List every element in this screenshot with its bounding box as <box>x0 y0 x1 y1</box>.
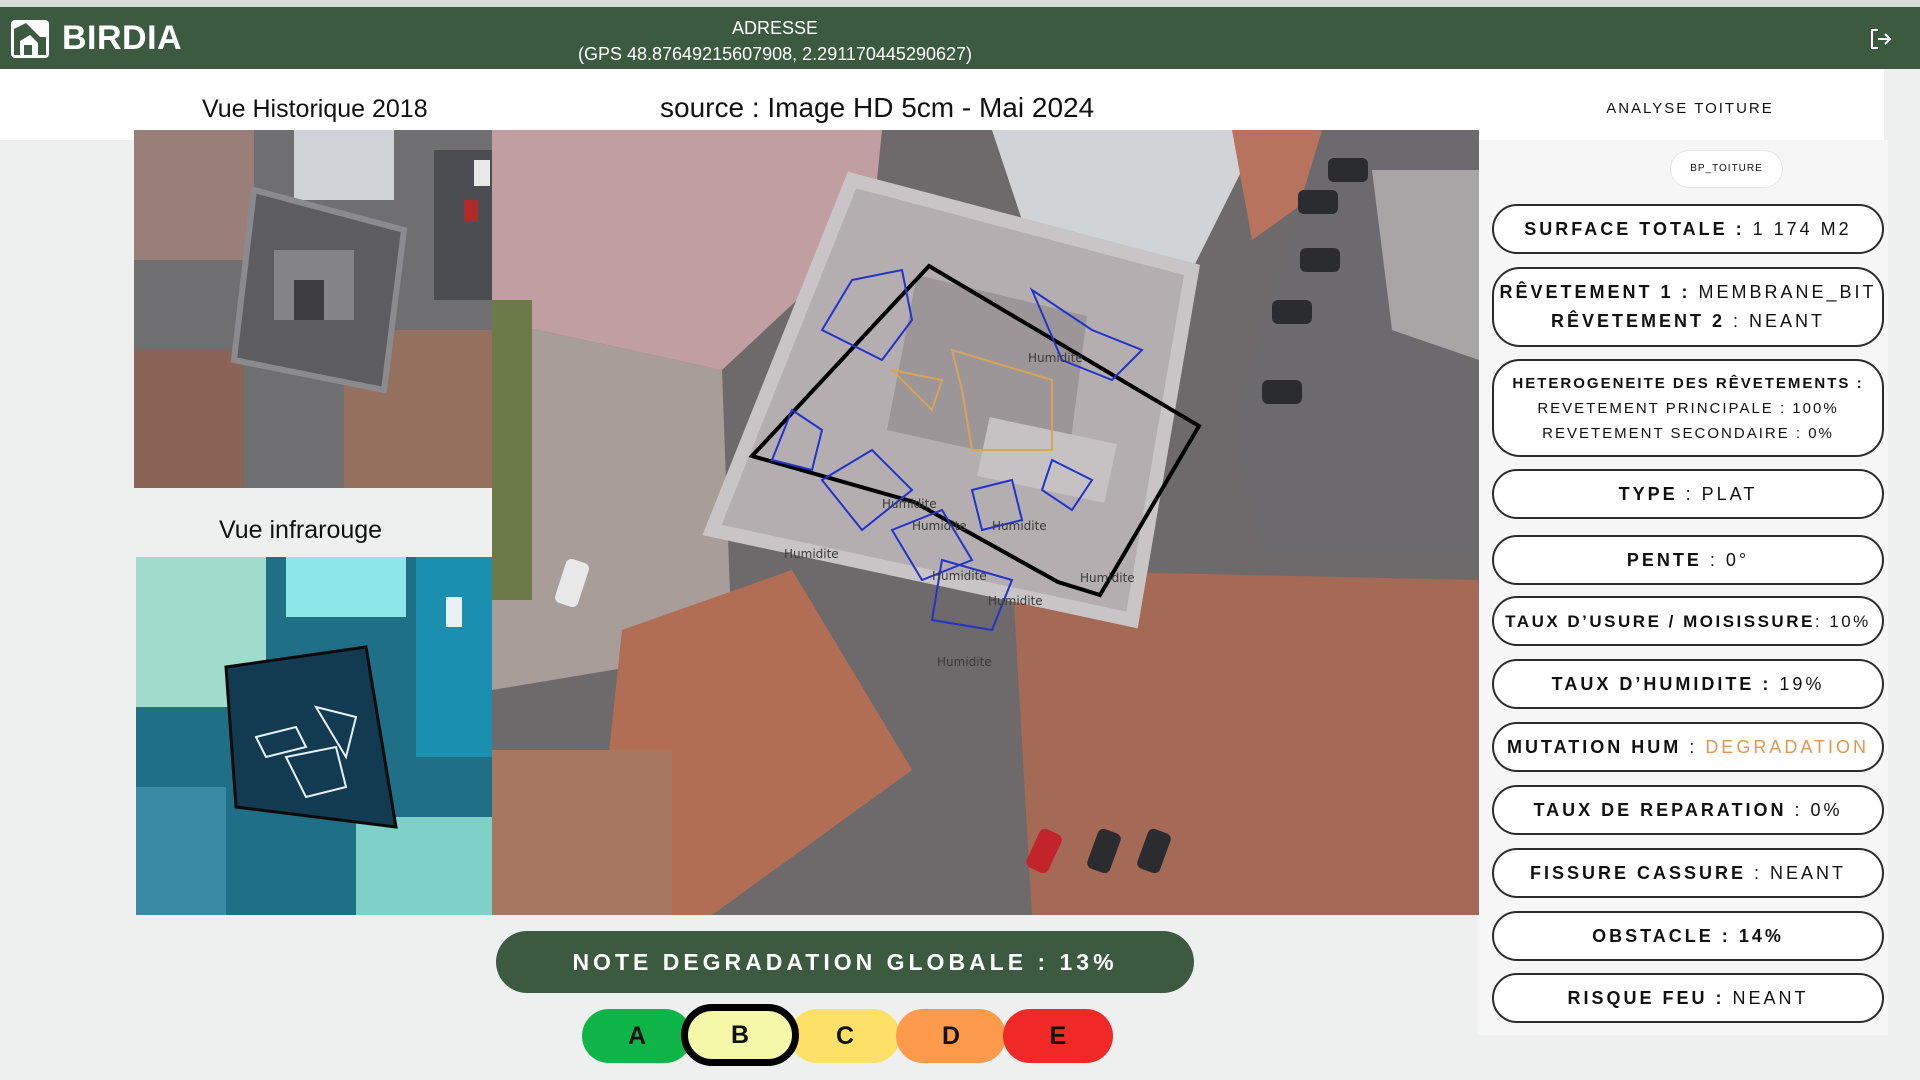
source-title: source : Image HD 5cm - Mai 2024 <box>660 92 1095 123</box>
humidite-value: 19% <box>1771 673 1825 694</box>
mutation-hum-key: MUTATION HUM <box>1506 736 1682 757</box>
type-value: : PLAT <box>1677 483 1758 504</box>
humidity-label: Humidite <box>1028 351 1083 365</box>
roof-reference-chip[interactable]: BP_TOITURE <box>1671 151 1782 187</box>
humidity-label: Humidite <box>784 547 839 561</box>
gps-coordinates: (GPS 48.87649215607908, 2.29117044529062… <box>577 44 972 64</box>
grade-d[interactable]: D <box>896 1009 1006 1063</box>
revetement1-key: RÊVETEMENT 1 : <box>1499 282 1691 302</box>
global-degradation-note: NOTE DEGRADATION GLOBALE : 13% <box>496 931 1194 993</box>
humidity-label: Humidite <box>912 519 967 533</box>
revetement-item[interactable]: RÊVETEMENT 1 : MEMBRANE_BIT RÊVETEMENT 2… <box>1492 267 1884 347</box>
address-block: ADRESSE (GPS 48.87649215607908, 2.291170… <box>540 15 1010 67</box>
brand-name: BIRDIA <box>62 19 183 57</box>
humidity-label: Humidite <box>882 497 937 511</box>
fissure-value: : NEANT <box>1746 862 1847 883</box>
grade-c[interactable]: C <box>790 1009 900 1063</box>
risque-feu-value: NEANT <box>1724 987 1809 1008</box>
revetement2-value: : NEANT <box>1725 311 1826 331</box>
type-item[interactable]: TYPE : PLAT <box>1492 469 1884 519</box>
logout-icon[interactable] <box>1868 27 1894 51</box>
surface-total-value: 1 174 M2 <box>1744 218 1852 239</box>
reparation-value: : 0% <box>1786 799 1843 820</box>
heterogeneite-item[interactable]: HETEROGENEITE DES RÊVETEMENTS : REVETEME… <box>1492 359 1884 457</box>
humidite-key: TAUX D’HUMIDITE : <box>1551 673 1772 694</box>
type-key: TYPE <box>1618 483 1678 504</box>
pente-value: : 0° <box>1701 549 1750 570</box>
revetement2-key: RÊVETEMENT 2 <box>1550 311 1725 331</box>
reparation-key: TAUX DE REPARATION <box>1533 799 1787 820</box>
revetement-secondaire-value: REVETEMENT SECONDAIRE : 0% <box>1542 424 1834 442</box>
usure-key: TAUX D’USURE / MOISISSURE <box>1505 611 1815 631</box>
birdia-logo-icon <box>11 20 49 58</box>
historic-aerial-image <box>134 130 492 488</box>
pente-key: PENTE <box>1626 549 1702 570</box>
fissure-key: FISSURE CASSURE <box>1529 862 1746 883</box>
obstacle-item[interactable]: OBSTACLE : 14% <box>1492 911 1884 961</box>
main-roof-image[interactable]: Humidite Humidite Humidite Humidite Humi… <box>492 130 1479 915</box>
pente-item[interactable]: PENTE : 0° <box>1492 535 1884 585</box>
humidity-label: Humidite <box>988 594 1043 608</box>
grade-a[interactable]: A <box>582 1009 692 1063</box>
obstacle-value: 14% <box>1738 925 1784 946</box>
humidity-label: Humidite <box>932 569 987 583</box>
usure-value: : 10% <box>1814 611 1871 631</box>
obstacle-key: OBSTACLE : <box>1592 925 1739 946</box>
risque-feu-item[interactable]: RISQUE FEU : NEANT <box>1492 973 1884 1023</box>
grade-b-selected[interactable]: B <box>681 1004 799 1066</box>
risque-feu-key: RISQUE FEU : <box>1567 987 1725 1008</box>
surface-total-item[interactable]: SURFACE TOTALE : 1 174 M2 <box>1492 204 1884 254</box>
heterogeneite-key: HETEROGENEITE DES RÊVETEMENTS : <box>1512 374 1864 392</box>
historic-view-title: Vue Historique 2018 <box>202 95 428 123</box>
humidity-label: Humidite <box>937 655 992 669</box>
fissure-item[interactable]: FISSURE CASSURE : NEANT <box>1492 848 1884 898</box>
usure-item[interactable]: TAUX D’USURE / MOISISSURE: 10% <box>1492 596 1884 646</box>
address-label: ADRESSE <box>731 18 819 38</box>
humidite-item[interactable]: TAUX D’HUMIDITE : 19% <box>1492 659 1884 709</box>
top-bar: BIRDIA ADRESSE (GPS 48.87649215607908, 2… <box>0 0 1920 69</box>
infrared-image <box>136 557 492 915</box>
infrared-view-title: Vue infrarouge <box>219 516 383 544</box>
analysis-title: ANALYSE TOITURE <box>1606 100 1774 117</box>
humidity-label: Humidite <box>992 519 1047 533</box>
revetement1-value: MEMBRANE_BIT <box>1690 282 1877 302</box>
surface-total-key: SURFACE TOTALE : <box>1524 218 1745 239</box>
grade-e[interactable]: E <box>1003 1009 1113 1063</box>
humidity-label: Humidite <box>1080 571 1135 585</box>
reparation-item[interactable]: TAUX DE REPARATION : 0% <box>1492 785 1884 835</box>
revetement-principal-value: REVETEMENT PRINCIPALE : 100% <box>1537 399 1839 417</box>
mutation-hum-separator: : <box>1681 736 1706 757</box>
mutation-hum-item[interactable]: MUTATION HUM : DEGRADATION <box>1492 722 1884 772</box>
mutation-hum-value: DEGRADATION <box>1705 736 1869 757</box>
